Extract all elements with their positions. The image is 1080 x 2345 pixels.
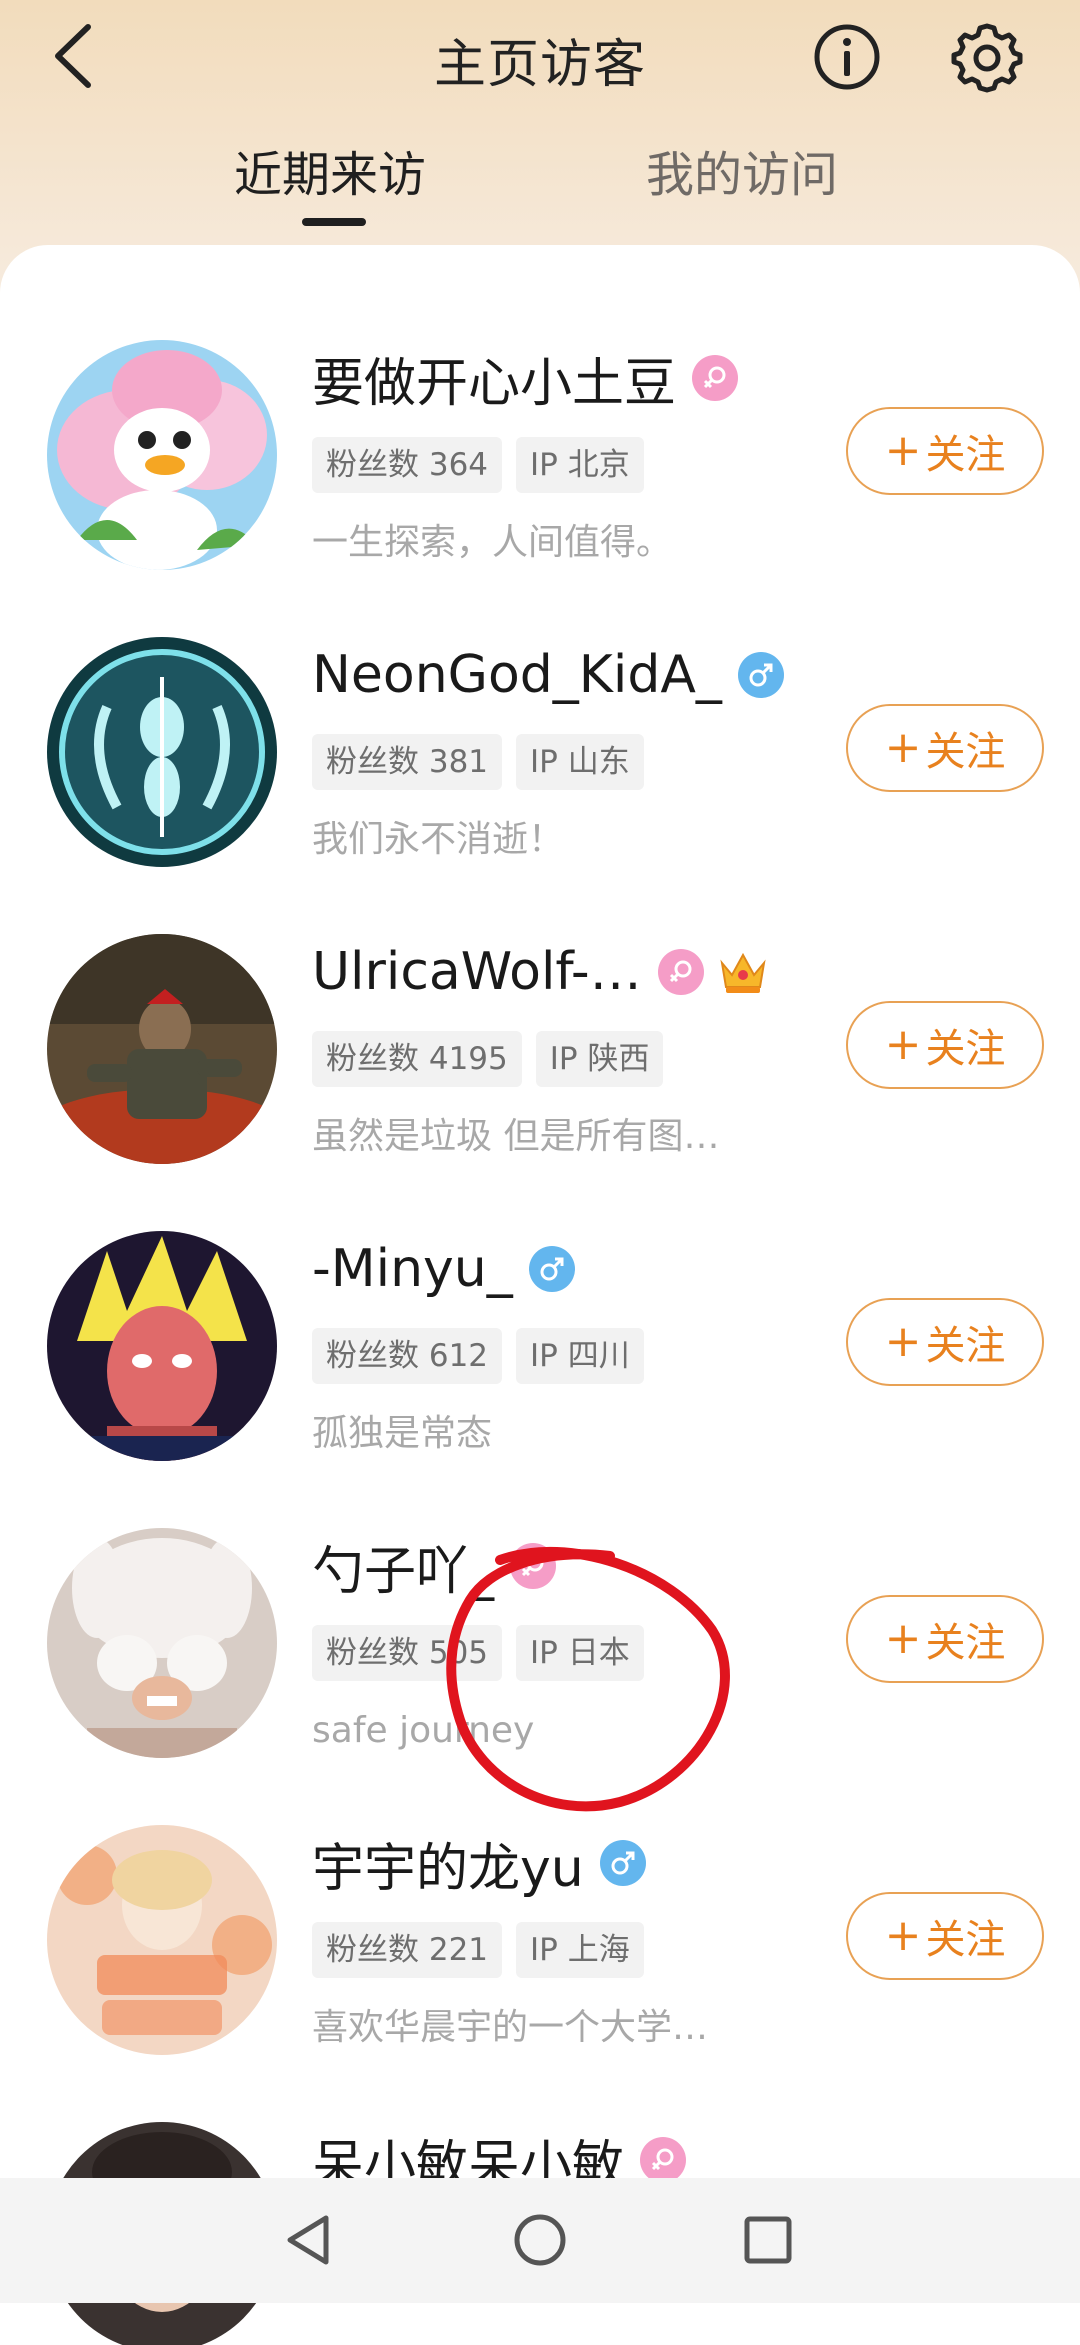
tab-my-visits[interactable]: 我的访问 bbox=[646, 140, 838, 210]
visitor-row[interactable]: NeonGod_KidA_ 粉丝数 381 IP 山东 我们永不消逝！ + 关注 bbox=[0, 542, 1080, 867]
follow-label: 关注 bbox=[925, 1620, 1006, 1666]
active-tab-indicator bbox=[302, 218, 366, 226]
follow-button[interactable]: + 关注 bbox=[846, 1892, 1044, 1980]
avatar[interactable] bbox=[47, 637, 277, 867]
ip-location-badge: IP 四川 bbox=[516, 1328, 644, 1384]
user-name[interactable]: 要做开心小土豆 bbox=[312, 341, 676, 416]
top-bar: 主页访客 bbox=[0, 0, 1080, 115]
follow-label: 关注 bbox=[925, 729, 1006, 775]
female-icon bbox=[640, 2137, 687, 2183]
user-name[interactable]: NeonGod_KidA_ bbox=[312, 645, 722, 705]
fans-count-badge: 粉丝数 221 bbox=[312, 1922, 503, 1978]
avatar[interactable] bbox=[47, 340, 277, 570]
avatar[interactable] bbox=[47, 1231, 277, 1461]
nav-home-button[interactable] bbox=[500, 2200, 580, 2280]
visitor-row[interactable]: UlricaWolf-… 粉丝数 4195 IP 陕西 虽然是垃圾 但是所有图…… bbox=[0, 839, 1080, 1164]
tab-recent-visits[interactable]: 近期来访 bbox=[234, 140, 426, 210]
follow-button[interactable]: + 关注 bbox=[846, 1298, 1044, 1386]
follow-button[interactable]: + 关注 bbox=[846, 407, 1044, 495]
plus-icon: + bbox=[884, 1910, 922, 1961]
visitor-row[interactable]: 宇宇的龙yu 粉丝数 221 IP 上海 喜欢华晨宇的一个大学… + 关注 bbox=[0, 1730, 1080, 2055]
plus-icon: + bbox=[884, 1613, 922, 1664]
user-name[interactable]: 宇宇的龙yu bbox=[312, 1826, 584, 1901]
fans-count-badge: 粉丝数 612 bbox=[312, 1328, 503, 1384]
nav-recents-button[interactable] bbox=[728, 2200, 808, 2280]
user-name[interactable]: -Minyu_ bbox=[312, 1239, 513, 1299]
visitor-row[interactable]: 勺子吖_ 粉丝数 505 IP 日本 safe journey + 关注 bbox=[0, 1433, 1080, 1758]
user-name[interactable]: UlricaWolf-… bbox=[312, 942, 642, 1002]
follow-label: 关注 bbox=[925, 1917, 1006, 1963]
visitor-list: 要做开心小土豆 粉丝数 364 IP 北京 一生探索，人间值得。 + 关注 Ne… bbox=[0, 245, 1080, 2345]
ip-location-badge: IP 上海 bbox=[516, 1922, 644, 1978]
ip-location-badge: IP 山东 bbox=[516, 734, 644, 790]
follow-label: 关注 bbox=[925, 1026, 1006, 1072]
circle-home-icon bbox=[514, 2214, 566, 2266]
plus-icon: + bbox=[884, 1019, 922, 1070]
square-recents-icon bbox=[744, 2216, 792, 2264]
male-icon bbox=[599, 1840, 646, 1886]
fans-count-badge: 粉丝数 381 bbox=[312, 734, 503, 790]
tab-bar: 近期来访 我的访问 bbox=[0, 140, 1080, 240]
fans-count-badge: 粉丝数 364 bbox=[312, 437, 503, 493]
info-button[interactable] bbox=[812, 22, 882, 92]
ip-location-badge: IP 陕西 bbox=[535, 1031, 664, 1087]
female-icon bbox=[692, 355, 739, 401]
follow-label: 关注 bbox=[925, 432, 1006, 478]
fans-count-badge: 粉丝数 505 bbox=[312, 1625, 503, 1681]
ip-location-badge: IP 日本 bbox=[516, 1625, 644, 1681]
follow-label: 关注 bbox=[925, 1323, 1006, 1369]
follow-button[interactable]: + 关注 bbox=[846, 1595, 1044, 1683]
female-icon bbox=[657, 949, 704, 995]
user-name[interactable]: 勺子吖_ bbox=[312, 1529, 494, 1604]
gear-icon bbox=[951, 23, 1023, 93]
male-icon bbox=[528, 1246, 575, 1292]
fans-count-badge: 粉丝数 4195 bbox=[312, 1031, 522, 1087]
ip-location-badge: IP 北京 bbox=[516, 437, 644, 493]
visitor-row[interactable]: -Minyu_ 粉丝数 612 IP 四川 孤独是常态 + 关注 bbox=[0, 1136, 1080, 1461]
avatar[interactable] bbox=[47, 1825, 277, 2055]
avatar[interactable] bbox=[47, 934, 277, 1164]
avatar[interactable] bbox=[47, 1528, 277, 1758]
female-icon bbox=[510, 1543, 557, 1589]
nav-back-button[interactable] bbox=[268, 2200, 348, 2280]
follow-button[interactable]: + 关注 bbox=[846, 704, 1044, 792]
system-navigation-bar bbox=[0, 2178, 1080, 2303]
plus-icon: + bbox=[884, 1316, 922, 1367]
follow-button[interactable]: + 关注 bbox=[846, 1001, 1044, 1089]
crown-icon bbox=[718, 949, 768, 995]
male-icon bbox=[737, 652, 784, 698]
plus-icon: + bbox=[884, 722, 922, 773]
settings-button[interactable] bbox=[950, 20, 1024, 94]
info-icon bbox=[814, 24, 880, 90]
visitor-row[interactable]: 要做开心小土豆 粉丝数 364 IP 北京 一生探索，人间值得。 + 关注 bbox=[0, 245, 1080, 570]
plus-icon: + bbox=[884, 425, 922, 476]
triangle-back-icon bbox=[287, 2215, 329, 2265]
page-title: 主页访客 bbox=[433, 35, 646, 95]
